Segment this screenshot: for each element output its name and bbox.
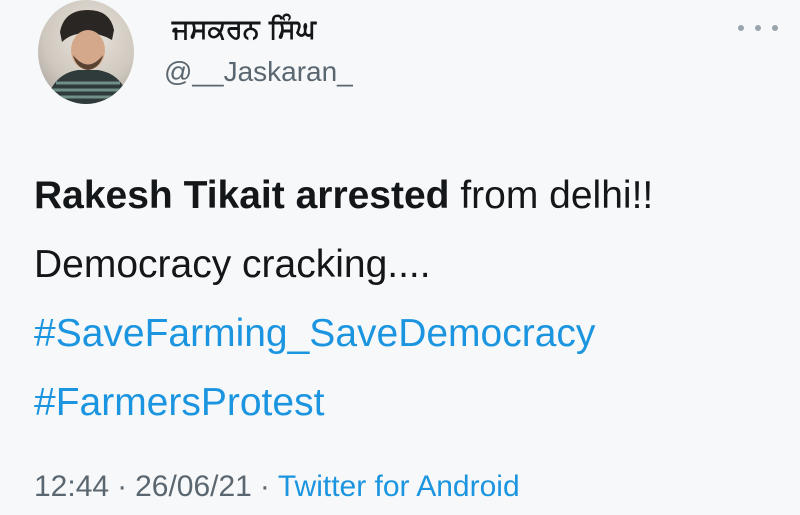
tweet-text: Rakesh Tikait arrested from delhi!! Demo… [34,161,794,437]
tweet-regular-text: from delhi!! [449,174,654,217]
tweet-card: ਜਸਕਰਨ ਸਿੰਘ @__Jaskaran_ Rakesh Tikait ar… [0,0,800,515]
hashtag-link[interactable]: #SaveFarming_SaveDemocracy [34,299,794,368]
more-dot [772,25,778,31]
tweet-bold-text: Rakesh Tikait arrested [34,174,450,217]
tweet-date[interactable]: 26/06/21 [135,470,252,503]
display-name[interactable]: ਜਸਕਰਨ ਸਿੰਘ [172,14,316,46]
profile-photo [46,10,130,104]
more-dot [755,25,761,31]
more-horizontal-icon[interactable] [738,18,778,38]
tweet-line-1: Rakesh Tikait arrested from delhi!! [34,161,794,230]
meta-separator: · [117,470,128,503]
hashtag-link[interactable]: #FarmersProtest [34,368,794,437]
meta-separator: · [259,470,270,503]
tweet-source-link[interactable]: Twitter for Android [278,470,520,503]
more-dot [738,25,744,31]
tweet-line-2: Democracy cracking.... [34,243,431,286]
tweet-time[interactable]: 12:44 [34,470,109,503]
avatar[interactable] [38,0,134,104]
user-handle[interactable]: @__Jaskaran_ [164,56,353,88]
tweet-meta: 12:44 · 26/06/21 · Twitter for Android [34,470,520,504]
